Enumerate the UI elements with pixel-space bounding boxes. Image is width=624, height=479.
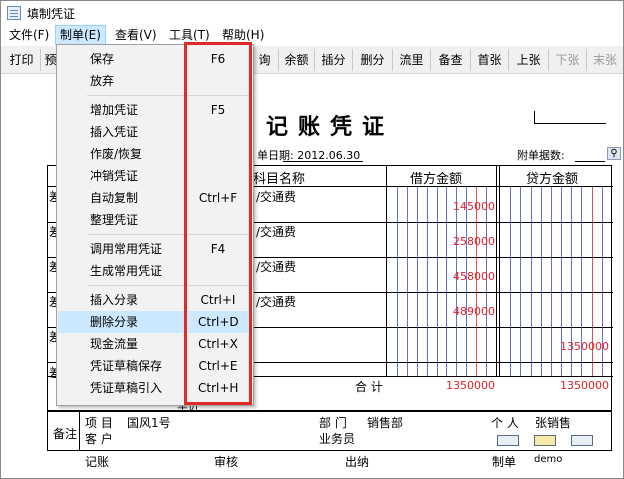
- digit-line: [520, 187, 521, 376]
- menu-item-label: 凭证草稿保存: [90, 359, 163, 373]
- scale-icon[interactable]: [571, 435, 593, 446]
- digit-line: [407, 187, 408, 376]
- subject-header: 科目名称: [253, 172, 306, 187]
- menu-item-label: 冲销凭证: [90, 169, 139, 183]
- credit-header: 贷方金额: [526, 172, 579, 187]
- card-icon[interactable]: [497, 435, 519, 446]
- salesman-label: 业务员: [319, 432, 356, 446]
- person-value[interactable]: 张销售: [535, 414, 571, 431]
- col-divider: [496, 166, 497, 376]
- project-label: 项 目: [85, 416, 113, 430]
- menu-item-label: 插入分录: [90, 293, 139, 307]
- menu-item-label: 整理凭证: [90, 213, 139, 227]
- auditor-label: 审核: [214, 455, 239, 469]
- dept-label: 部 门: [319, 416, 347, 430]
- total-credit: 1350000: [560, 379, 609, 392]
- menu-item-label: 增加凭证: [90, 103, 139, 117]
- subject-cell[interactable]: /交通费: [256, 258, 296, 275]
- customer-label: 客 户: [85, 432, 113, 446]
- toolbar-delete-entry-button[interactable]: 删分: [353, 49, 393, 71]
- maker-label: 制单: [492, 455, 517, 469]
- attachments-field[interactable]: [575, 161, 605, 162]
- person-label: 个 人: [491, 416, 519, 430]
- menu-item-label: 现金流量: [90, 337, 139, 351]
- bookkeeper-label: 记账: [85, 455, 110, 469]
- voucher-number-box[interactable]: [534, 111, 606, 124]
- subject-cell[interactable]: /交通费: [256, 223, 296, 240]
- voucher-title: 记账凭证: [266, 114, 395, 140]
- menu-item-label: 插入凭证: [90, 125, 139, 139]
- toolbar-memo-button[interactable]: 备查: [431, 49, 471, 71]
- menu-item-label: 凭证草稿引入: [90, 381, 163, 395]
- menu-item-label: 自动复制: [90, 191, 139, 205]
- project-value[interactable]: 国风1号: [127, 414, 171, 431]
- date-underline: [283, 161, 363, 162]
- menu-item-label: 放弃: [90, 74, 115, 88]
- debit-cell[interactable]: 489000: [415, 305, 495, 318]
- total-debit: 1350000: [446, 379, 495, 392]
- total-label: 合 计: [355, 380, 383, 394]
- window-title: 填制凭证: [27, 7, 76, 21]
- col-divider: [499, 166, 500, 376]
- subject-cell[interactable]: /交通费: [256, 188, 296, 205]
- menu-voucher[interactable]: 制单(E): [55, 25, 106, 45]
- debit-header: 借方金额: [410, 172, 463, 187]
- cashier-label: 出纳: [345, 455, 370, 469]
- credit-cell[interactable]: 1350000: [529, 340, 609, 353]
- debit-cell[interactable]: 258000: [415, 235, 495, 248]
- toolbar-print-button[interactable]: 打印: [3, 49, 41, 71]
- menu-item-label: 生成常用凭证: [90, 264, 163, 278]
- digit-line: [510, 187, 511, 376]
- attachments-label: 附单据数:: [517, 149, 565, 162]
- voucher-window: 填制凭证 文件(F) 制单(E) 查看(V) 工具(T) 帮助(H) 打印 预 …: [0, 0, 624, 479]
- dept-value[interactable]: 销售部: [367, 414, 403, 431]
- toolbar-query-button[interactable]: 询: [251, 49, 279, 71]
- menu-item-label: 作废/恢复: [90, 147, 143, 161]
- title-bar: 填制凭证: [1, 1, 623, 25]
- toolbar-balance-button[interactable]: 余额: [279, 49, 315, 71]
- toolbar-insert-entry-button[interactable]: 插分: [315, 49, 353, 71]
- menu-item-label: 删除分录: [90, 315, 139, 329]
- note-label: 备注: [53, 427, 78, 441]
- debit-cell[interactable]: 145000: [415, 200, 495, 213]
- toolbar-cashflow-button[interactable]: 流里: [393, 49, 431, 71]
- toolbar-prev-button[interactable]: 上张: [509, 49, 549, 71]
- col-divider: [386, 166, 387, 376]
- digit-line: [397, 187, 398, 376]
- note-icon[interactable]: [534, 435, 556, 446]
- menu-item-label: 保存: [90, 52, 115, 66]
- app-icon: [7, 6, 21, 20]
- footer-divider: [79, 412, 80, 450]
- toolbar-next-button[interactable]: 下张: [549, 49, 587, 71]
- magnifier-icon[interactable]: ⚲: [607, 147, 621, 160]
- maker-name: demo: [534, 454, 563, 465]
- toolbar-last-button[interactable]: 末张: [587, 49, 623, 71]
- shortcut-highlight-box: [184, 42, 252, 405]
- menu-item-label: 调用常用凭证: [90, 242, 163, 256]
- menu-file[interactable]: 文件(F): [5, 25, 53, 45]
- menu-bar: 文件(F) 制单(E) 查看(V) 工具(T) 帮助(H): [1, 25, 623, 45]
- toolbar-first-button[interactable]: 首张: [471, 49, 509, 71]
- menu-view[interactable]: 查看(V): [111, 25, 161, 45]
- subject-cell[interactable]: /交通费: [256, 293, 296, 310]
- debit-cell[interactable]: 458000: [415, 270, 495, 283]
